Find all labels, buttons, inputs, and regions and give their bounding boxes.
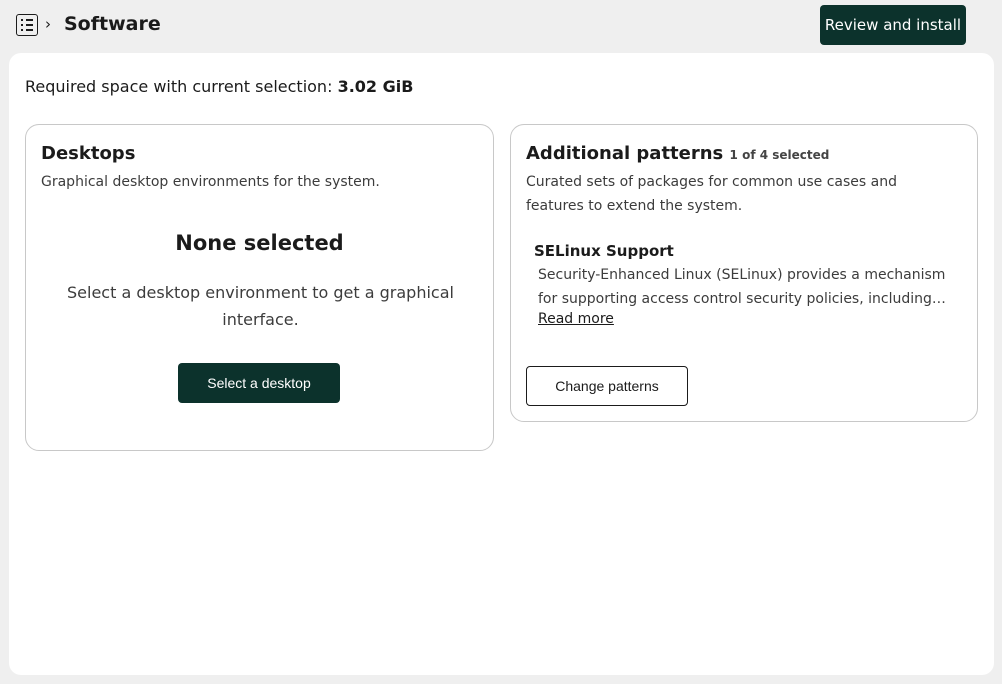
desktops-title: Desktops (41, 143, 136, 164)
patterns-count: 1 of 4 selected (729, 148, 830, 162)
pattern-item-name: SELinux Support (534, 242, 674, 260)
patterns-title-row: Additional patterns 1 of 4 selected (526, 143, 829, 164)
top-bar: › Software Review and install (0, 0, 1002, 52)
page-title: Software (64, 13, 161, 35)
patterns-card: Additional patterns 1 of 4 selected Cura… (510, 124, 978, 422)
empty-state-help: Select a desktop environment to get a gr… (67, 283, 454, 329)
breadcrumb-chevron-icon: › (45, 15, 51, 33)
pattern-item-description: Security-Enhanced Linux (SELinux) provid… (538, 267, 946, 307)
main-content: Required space with current selection: 3… (9, 53, 994, 675)
required-space-value: 3.02 GiB (337, 77, 414, 96)
desktops-card: Desktops Graphical desktop environments … (25, 124, 494, 451)
required-space: Required space with current selection: 3… (25, 77, 413, 96)
empty-state-title: None selected (175, 231, 344, 255)
required-space-label: Required space with current selection: (25, 77, 333, 96)
patterns-description: Curated sets of packages for common use … (526, 174, 897, 214)
sidebar-menu-icon[interactable] (16, 14, 38, 36)
desktops-description: Graphical desktop environments for the s… (41, 174, 380, 190)
read-more-link[interactable]: Read more (538, 311, 614, 327)
review-and-install-button[interactable]: Review and install (820, 5, 966, 45)
change-patterns-button[interactable]: Change patterns (526, 366, 688, 406)
patterns-title: Additional patterns (526, 143, 724, 164)
select-desktop-button[interactable]: Select a desktop (178, 363, 340, 403)
